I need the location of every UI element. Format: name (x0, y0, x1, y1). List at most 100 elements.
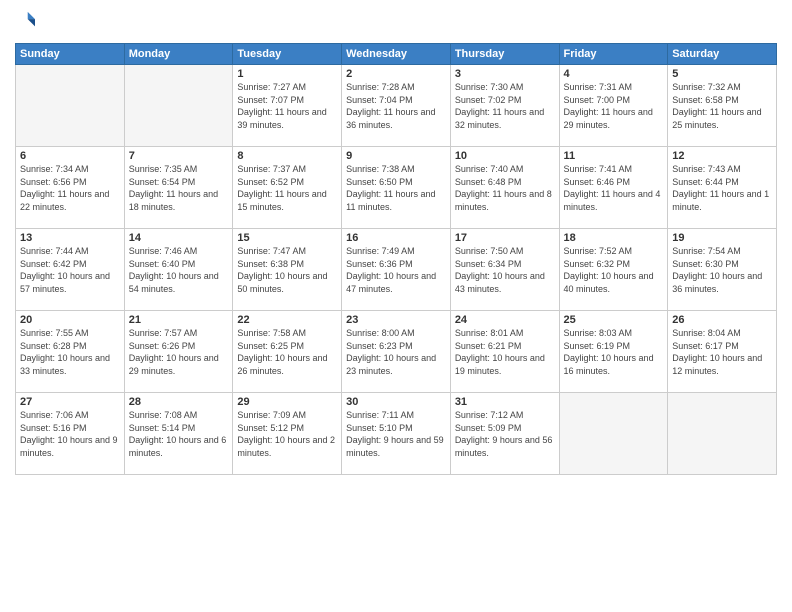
calendar-cell: 9Sunrise: 7:38 AM Sunset: 6:50 PM Daylig… (342, 147, 451, 229)
calendar-cell: 18Sunrise: 7:52 AM Sunset: 6:32 PM Dayli… (559, 229, 668, 311)
logo (15, 10, 37, 35)
day-info: Sunrise: 7:52 AM Sunset: 6:32 PM Dayligh… (564, 245, 664, 295)
day-info: Sunrise: 7:06 AM Sunset: 5:16 PM Dayligh… (20, 409, 120, 459)
day-info: Sunrise: 7:40 AM Sunset: 6:48 PM Dayligh… (455, 163, 555, 213)
calendar-header: SundayMondayTuesdayWednesdayThursdayFrid… (16, 44, 777, 65)
day-number: 14 (129, 232, 229, 244)
day-info: Sunrise: 7:28 AM Sunset: 7:04 PM Dayligh… (346, 81, 446, 131)
day-info: Sunrise: 7:58 AM Sunset: 6:25 PM Dayligh… (237, 327, 337, 377)
day-number: 26 (672, 314, 772, 326)
week-row-4: 20Sunrise: 7:55 AM Sunset: 6:28 PM Dayli… (16, 311, 777, 393)
day-number: 29 (237, 396, 337, 408)
day-number: 5 (672, 68, 772, 80)
day-info: Sunrise: 7:37 AM Sunset: 6:52 PM Dayligh… (237, 163, 337, 213)
week-row-2: 6Sunrise: 7:34 AM Sunset: 6:56 PM Daylig… (16, 147, 777, 229)
day-number: 18 (564, 232, 664, 244)
day-number: 20 (20, 314, 120, 326)
calendar-cell: 1Sunrise: 7:27 AM Sunset: 7:07 PM Daylig… (233, 65, 342, 147)
day-info: Sunrise: 7:30 AM Sunset: 7:02 PM Dayligh… (455, 81, 555, 131)
calendar-cell: 27Sunrise: 7:06 AM Sunset: 5:16 PM Dayli… (16, 393, 125, 475)
calendar-cell: 6Sunrise: 7:34 AM Sunset: 6:56 PM Daylig… (16, 147, 125, 229)
day-info: Sunrise: 8:01 AM Sunset: 6:21 PM Dayligh… (455, 327, 555, 377)
calendar-cell: 8Sunrise: 7:37 AM Sunset: 6:52 PM Daylig… (233, 147, 342, 229)
week-row-1: 1Sunrise: 7:27 AM Sunset: 7:07 PM Daylig… (16, 65, 777, 147)
calendar-cell: 16Sunrise: 7:49 AM Sunset: 6:36 PM Dayli… (342, 229, 451, 311)
day-info: Sunrise: 8:03 AM Sunset: 6:19 PM Dayligh… (564, 327, 664, 377)
calendar-cell (559, 393, 668, 475)
day-info: Sunrise: 8:00 AM Sunset: 6:23 PM Dayligh… (346, 327, 446, 377)
calendar-cell: 23Sunrise: 8:00 AM Sunset: 6:23 PM Dayli… (342, 311, 451, 393)
day-number: 8 (237, 150, 337, 162)
weekday-header-thursday: Thursday (450, 44, 559, 65)
day-info: Sunrise: 8:04 AM Sunset: 6:17 PM Dayligh… (672, 327, 772, 377)
day-info: Sunrise: 7:46 AM Sunset: 6:40 PM Dayligh… (129, 245, 229, 295)
calendar-cell: 14Sunrise: 7:46 AM Sunset: 6:40 PM Dayli… (124, 229, 233, 311)
weekday-header-tuesday: Tuesday (233, 44, 342, 65)
calendar-cell (16, 65, 125, 147)
day-info: Sunrise: 7:54 AM Sunset: 6:30 PM Dayligh… (672, 245, 772, 295)
day-number: 9 (346, 150, 446, 162)
day-info: Sunrise: 7:09 AM Sunset: 5:12 PM Dayligh… (237, 409, 337, 459)
day-number: 31 (455, 396, 555, 408)
day-info: Sunrise: 7:32 AM Sunset: 6:58 PM Dayligh… (672, 81, 772, 131)
calendar-cell: 10Sunrise: 7:40 AM Sunset: 6:48 PM Dayli… (450, 147, 559, 229)
day-info: Sunrise: 7:12 AM Sunset: 5:09 PM Dayligh… (455, 409, 555, 459)
day-number: 24 (455, 314, 555, 326)
calendar-cell: 24Sunrise: 8:01 AM Sunset: 6:21 PM Dayli… (450, 311, 559, 393)
weekday-header-wednesday: Wednesday (342, 44, 451, 65)
day-number: 19 (672, 232, 772, 244)
calendar-cell: 31Sunrise: 7:12 AM Sunset: 5:09 PM Dayli… (450, 393, 559, 475)
day-info: Sunrise: 7:47 AM Sunset: 6:38 PM Dayligh… (237, 245, 337, 295)
calendar-cell: 21Sunrise: 7:57 AM Sunset: 6:26 PM Dayli… (124, 311, 233, 393)
calendar-body: 1Sunrise: 7:27 AM Sunset: 7:07 PM Daylig… (16, 65, 777, 475)
day-number: 11 (564, 150, 664, 162)
calendar-cell: 22Sunrise: 7:58 AM Sunset: 6:25 PM Dayli… (233, 311, 342, 393)
calendar-cell: 20Sunrise: 7:55 AM Sunset: 6:28 PM Dayli… (16, 311, 125, 393)
day-number: 17 (455, 232, 555, 244)
calendar-cell: 26Sunrise: 8:04 AM Sunset: 6:17 PM Dayli… (668, 311, 777, 393)
day-info: Sunrise: 7:35 AM Sunset: 6:54 PM Dayligh… (129, 163, 229, 213)
calendar-cell: 28Sunrise: 7:08 AM Sunset: 5:14 PM Dayli… (124, 393, 233, 475)
calendar-cell: 7Sunrise: 7:35 AM Sunset: 6:54 PM Daylig… (124, 147, 233, 229)
day-number: 15 (237, 232, 337, 244)
calendar-cell: 19Sunrise: 7:54 AM Sunset: 6:30 PM Dayli… (668, 229, 777, 311)
day-info: Sunrise: 7:31 AM Sunset: 7:00 PM Dayligh… (564, 81, 664, 131)
day-number: 30 (346, 396, 446, 408)
day-number: 1 (237, 68, 337, 80)
day-number: 23 (346, 314, 446, 326)
calendar-page: SundayMondayTuesdayWednesdayThursdayFrid… (0, 0, 792, 612)
day-info: Sunrise: 7:34 AM Sunset: 6:56 PM Dayligh… (20, 163, 120, 213)
day-info: Sunrise: 7:49 AM Sunset: 6:36 PM Dayligh… (346, 245, 446, 295)
calendar-cell: 13Sunrise: 7:44 AM Sunset: 6:42 PM Dayli… (16, 229, 125, 311)
day-info: Sunrise: 7:50 AM Sunset: 6:34 PM Dayligh… (455, 245, 555, 295)
calendar-cell: 11Sunrise: 7:41 AM Sunset: 6:46 PM Dayli… (559, 147, 668, 229)
day-info: Sunrise: 7:08 AM Sunset: 5:14 PM Dayligh… (129, 409, 229, 459)
day-number: 16 (346, 232, 446, 244)
header (15, 10, 777, 35)
day-number: 25 (564, 314, 664, 326)
day-info: Sunrise: 7:43 AM Sunset: 6:44 PM Dayligh… (672, 163, 772, 213)
day-info: Sunrise: 7:55 AM Sunset: 6:28 PM Dayligh… (20, 327, 120, 377)
weekday-header-saturday: Saturday (668, 44, 777, 65)
day-info: Sunrise: 7:38 AM Sunset: 6:50 PM Dayligh… (346, 163, 446, 213)
day-number: 22 (237, 314, 337, 326)
day-number: 10 (455, 150, 555, 162)
weekday-header-sunday: Sunday (16, 44, 125, 65)
day-info: Sunrise: 7:44 AM Sunset: 6:42 PM Dayligh… (20, 245, 120, 295)
calendar-cell: 12Sunrise: 7:43 AM Sunset: 6:44 PM Dayli… (668, 147, 777, 229)
day-number: 28 (129, 396, 229, 408)
day-number: 27 (20, 396, 120, 408)
calendar-cell: 3Sunrise: 7:30 AM Sunset: 7:02 PM Daylig… (450, 65, 559, 147)
day-info: Sunrise: 7:57 AM Sunset: 6:26 PM Dayligh… (129, 327, 229, 377)
day-number: 2 (346, 68, 446, 80)
week-row-3: 13Sunrise: 7:44 AM Sunset: 6:42 PM Dayli… (16, 229, 777, 311)
day-number: 4 (564, 68, 664, 80)
day-number: 3 (455, 68, 555, 80)
day-number: 12 (672, 150, 772, 162)
weekday-header-row: SundayMondayTuesdayWednesdayThursdayFrid… (16, 44, 777, 65)
day-info: Sunrise: 7:11 AM Sunset: 5:10 PM Dayligh… (346, 409, 446, 459)
calendar-cell: 30Sunrise: 7:11 AM Sunset: 5:10 PM Dayli… (342, 393, 451, 475)
calendar-cell: 2Sunrise: 7:28 AM Sunset: 7:04 PM Daylig… (342, 65, 451, 147)
day-number: 6 (20, 150, 120, 162)
calendar-cell: 4Sunrise: 7:31 AM Sunset: 7:00 PM Daylig… (559, 65, 668, 147)
